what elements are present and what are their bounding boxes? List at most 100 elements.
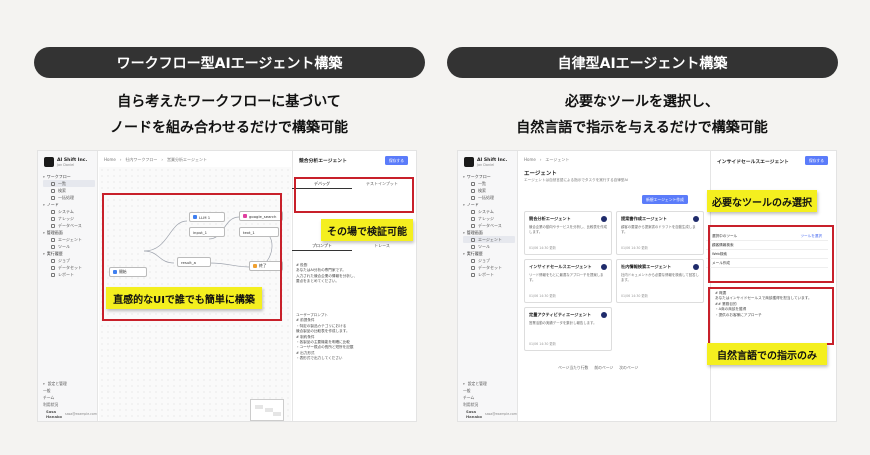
sidebar-item-label: ナレッジ	[58, 215, 74, 221]
nav-section-run[interactable]: ▾ 実行履歴	[463, 250, 515, 257]
nav-section-label: ワークフロー	[466, 173, 491, 179]
sidebar-nav: ▾ ワークフロー 一覧 検索 一括処理 ▾ ノード システム ナレッジ データベース…	[463, 173, 515, 278]
agent-status-icon	[601, 264, 607, 270]
breadcrumb: Home › 社内ワークフロー › 営業分析エージェント	[104, 157, 207, 163]
org-logo-icon	[464, 157, 474, 167]
sidebar-item-label: エージェント	[478, 236, 502, 242]
agent-card[interactable]: 定量アクティビティエージェント 営業活動の実績データを集計し報告します。 01/…	[524, 307, 612, 351]
new-agent-button[interactable]: 新規エージェント作成	[642, 195, 688, 204]
nav-section-manage[interactable]: ▾ 管理画面	[463, 229, 515, 236]
sidebar-item-knowledge[interactable]: ナレッジ	[463, 215, 515, 222]
sidebar-foot-team[interactable]: チーム	[463, 394, 515, 401]
agent-card[interactable]: 社内情報検索エージェント 社内ドキュメントから必要な情報を検索して回答します。 …	[616, 259, 704, 303]
sidebar-item-job[interactable]: ジョブ	[43, 257, 95, 264]
sidebar-foot-usage[interactable]: 利用状況	[43, 401, 95, 408]
org-header[interactable]: AI Shift Inc. Jan Daniel	[464, 157, 507, 167]
sidebar-item-batch[interactable]: 一括処理	[463, 194, 515, 201]
batch-icon	[51, 195, 55, 200]
sidebar-item-tool[interactable]: ツール	[43, 243, 95, 250]
nav-section-label: ワークフロー	[46, 173, 71, 179]
next-page-button[interactable]: 次のページ	[619, 365, 638, 371]
breadcrumb-item[interactable]: Home	[104, 157, 116, 163]
prev-page-button[interactable]: 前のページ	[594, 365, 613, 371]
sidebar-item-label: データベース	[478, 222, 502, 228]
nav-section-label: ノード	[46, 201, 59, 207]
sidebar-item-list[interactable]: 一覧	[43, 180, 95, 187]
agent-status-icon	[693, 216, 699, 222]
book-icon	[51, 216, 55, 221]
sidebar-item-job[interactable]: ジョブ	[463, 257, 515, 264]
sidebar-foot-label: チーム	[463, 394, 475, 400]
sidebar-item-database[interactable]: データベース	[463, 222, 515, 229]
save-button[interactable]: 保存する	[804, 156, 828, 165]
sidebar-item-label: 検索	[478, 187, 486, 193]
agent-card-body: 顧客の要望から提案書のドラフトを自動生成します。	[621, 225, 696, 234]
report-icon	[51, 272, 55, 277]
sidebar-item-search[interactable]: 検索	[463, 187, 515, 194]
sidebar-item-agent[interactable]: エージェント	[463, 236, 515, 243]
sidebar-foot-label: 一般	[463, 387, 471, 393]
sidebar-foot-general[interactable]: 一般	[43, 387, 95, 394]
sidebar-foot-label: チーム	[43, 394, 55, 400]
minimap[interactable]	[250, 399, 284, 421]
sidebar-item-search[interactable]: 検索	[43, 187, 95, 194]
sidebar-item-agent[interactable]: エージェント	[43, 236, 95, 243]
save-button[interactable]: 保存する	[384, 156, 408, 165]
sidebar-item-report[interactable]: レポート	[43, 271, 95, 278]
agent-card[interactable]: 競合分析エージェント 競合企業の動向やサービスを分析し、比較表を作成します。 0…	[524, 211, 612, 255]
nav-section-workflow[interactable]: ▾ ワークフロー	[43, 173, 95, 180]
system-prompt-text[interactable]: # 役割 あなたはAI分析の専門家です。 入力された競合企業の情報を分析し、 要…	[296, 263, 408, 285]
agent-card-title: 提案書作成エージェント	[621, 216, 667, 221]
sidebar-item-report[interactable]: レポート	[463, 271, 515, 278]
tab-prompt[interactable]: プロンプト	[292, 241, 352, 251]
sidebar-item-dataset[interactable]: データセット	[43, 264, 95, 271]
user-menu[interactable]: Sasa Hanako sasa@example.com	[43, 409, 97, 419]
user-prompt-text[interactable]: ユーザープロンプト # 前提条件 ・特定の製品カテゴリにおける 競合製品の比較表…	[296, 313, 408, 362]
breadcrumb-item[interactable]: 社内ワークフロー	[125, 157, 157, 163]
nav-section-manage[interactable]: ▾ 管理画面	[43, 229, 95, 236]
sidebar-foot-settings[interactable]: ▾ 設定と管理	[43, 380, 95, 387]
sidebar-foot-settings[interactable]: ▾ 設定と管理	[463, 380, 515, 387]
sidebar-item-system[interactable]: システム	[463, 208, 515, 215]
tab-trace[interactable]: トレース	[352, 241, 412, 251]
sidebar-item-label: ツール	[58, 243, 70, 249]
sidebar-item-system[interactable]: システム	[43, 208, 95, 215]
breadcrumb-item[interactable]: Home	[524, 157, 536, 163]
agent-status-icon	[693, 264, 699, 270]
nav-section-label: 実行履歴	[466, 250, 483, 256]
search-icon	[51, 188, 55, 193]
callout-intuitive-ui: 直感的なUIで誰でも簡単に構築	[106, 287, 262, 309]
sidebar-item-label: 検索	[58, 187, 66, 193]
dataset-icon	[471, 265, 475, 270]
sidebar-item-dataset[interactable]: データセット	[463, 264, 515, 271]
sidebar-item-label: レポート	[58, 271, 74, 277]
nav-section-node[interactable]: ▾ ノード	[43, 201, 95, 208]
sidebar-item-label: ツール	[478, 243, 490, 249]
org-sub: Jan Daniel	[57, 162, 75, 167]
org-header[interactable]: AI Shift Inc. Jan Daniel	[44, 157, 87, 167]
user-menu[interactable]: Sasa Hanako sasa@example.com	[463, 409, 517, 419]
sidebar-foot-team[interactable]: チーム	[43, 394, 95, 401]
nav-section-node[interactable]: ▾ ノード	[463, 201, 515, 208]
sidebar-item-database[interactable]: データベース	[43, 222, 95, 229]
sidebar-item-list[interactable]: 一覧	[463, 180, 515, 187]
nav-section-run[interactable]: ▾ 実行履歴	[43, 250, 95, 257]
sidebar-item-label: ジョブ	[478, 257, 490, 263]
sidebar-item-tool[interactable]: ツール	[463, 243, 515, 250]
chevron-down-icon: ▾	[43, 174, 45, 179]
page-title: エージェント	[524, 171, 557, 177]
agent-card[interactable]: 提案書作成エージェント 顧客の要望から提案書のドラフトを自動生成します。 01/…	[616, 211, 704, 255]
breadcrumb-item: エージェント	[545, 157, 570, 162]
org-logo-icon	[44, 157, 54, 167]
nav-section-workflow[interactable]: ▾ ワークフロー	[463, 173, 515, 180]
agent-card[interactable]: インサイドセールスエージェント リード情報をもとに最適なアプローチを提案します。…	[524, 259, 612, 303]
book-icon	[471, 216, 475, 221]
agent-icon	[51, 237, 55, 242]
sidebar-item-knowledge[interactable]: ナレッジ	[43, 215, 95, 222]
sidebar-item-batch[interactable]: 一括処理	[43, 194, 95, 201]
autonomous-desc-line1: 必要なツールを選択し、	[565, 94, 719, 110]
sidebar-foot-general[interactable]: 一般	[463, 387, 515, 394]
sidebar-foot-usage[interactable]: 利用状況	[463, 401, 515, 408]
agent-status-icon	[601, 216, 607, 222]
list-icon	[471, 181, 475, 186]
